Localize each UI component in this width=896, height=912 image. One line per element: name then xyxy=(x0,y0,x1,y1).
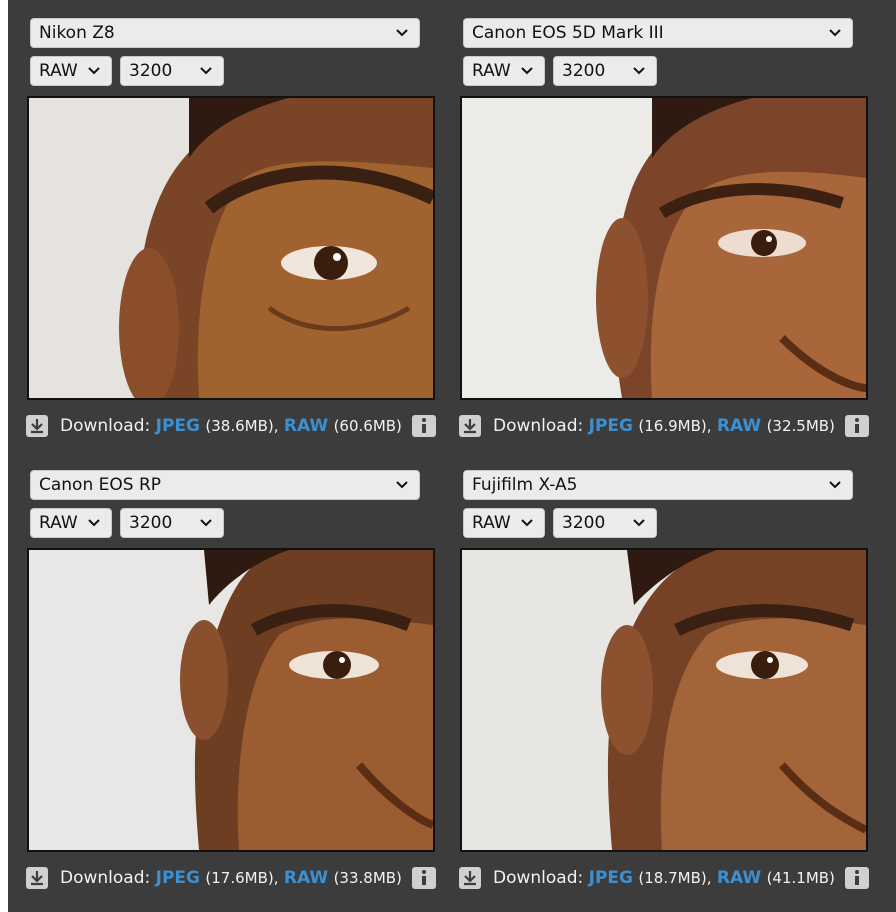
iso-select-value: 3200 xyxy=(129,61,173,81)
info-icon[interactable] xyxy=(845,415,869,437)
raw-download-link[interactable]: RAW xyxy=(717,868,761,888)
chevron-down-icon xyxy=(633,67,645,75)
chevron-down-icon xyxy=(88,67,100,75)
jpeg-download-link[interactable]: JPEG xyxy=(589,416,633,436)
sample-image xyxy=(460,96,868,400)
download-icon[interactable] xyxy=(26,415,48,437)
format-select[interactable]: RAW xyxy=(30,56,112,86)
jpeg-size: (18.7MB), xyxy=(638,869,712,887)
iso-select-value: 3200 xyxy=(562,61,606,81)
download-label: Download: xyxy=(493,416,584,436)
info-icon[interactable] xyxy=(412,867,436,889)
chevron-down-icon xyxy=(200,67,212,75)
iso-select[interactable]: 3200 xyxy=(120,508,224,538)
jpeg-size: (38.6MB), xyxy=(205,417,279,435)
format-select-value: RAW xyxy=(39,513,78,533)
camera-panel: Nikon Z8 RAW 3200 Download: JPEG (38.6MB… xyxy=(8,0,436,452)
iso-select-value: 3200 xyxy=(129,513,173,533)
info-icon[interactable] xyxy=(845,867,869,889)
iso-select[interactable]: 3200 xyxy=(553,56,657,86)
download-row: Download: JPEG (17.6MB), RAW (33.8MB) xyxy=(26,864,436,892)
format-select[interactable]: RAW xyxy=(463,56,545,86)
comparison-grid: Nikon Z8 RAW 3200 Download: JPEG (38.6MB… xyxy=(8,0,896,912)
jpeg-download-link[interactable]: JPEG xyxy=(156,868,200,888)
download-text: Download: JPEG (38.6MB), RAW (60.6MB) xyxy=(60,412,402,440)
camera-select[interactable]: Nikon Z8 xyxy=(30,18,420,48)
format-select[interactable]: RAW xyxy=(463,508,545,538)
chevron-down-icon xyxy=(88,519,100,527)
download-text: Download: JPEG (17.6MB), RAW (33.8MB) xyxy=(60,864,402,892)
camera-select[interactable]: Fujifilm X-A5 xyxy=(463,470,853,500)
raw-download-link[interactable]: RAW xyxy=(284,416,328,436)
camera-select[interactable]: Canon EOS RP xyxy=(30,470,420,500)
jpeg-download-link[interactable]: JPEG xyxy=(589,868,633,888)
camera-select-value: Canon EOS 5D Mark III xyxy=(472,23,664,43)
sample-image xyxy=(27,96,435,400)
raw-download-link[interactable]: RAW xyxy=(284,868,328,888)
chevron-down-icon xyxy=(829,481,841,489)
chevron-down-icon xyxy=(633,519,645,527)
face-crop-image xyxy=(462,98,866,398)
format-select-value: RAW xyxy=(472,513,511,533)
download-icon[interactable] xyxy=(459,415,481,437)
camera-panel: Canon EOS 5D Mark III RAW 3200 Download:… xyxy=(441,0,869,452)
chevron-down-icon xyxy=(396,29,408,37)
jpeg-download-link[interactable]: JPEG xyxy=(156,416,200,436)
sample-image xyxy=(27,548,435,852)
sample-image xyxy=(460,548,868,852)
download-row: Download: JPEG (16.9MB), RAW (32.5MB) xyxy=(459,412,869,440)
raw-size: (33.8MB) xyxy=(333,869,402,887)
download-text: Download: JPEG (16.9MB), RAW (32.5MB) xyxy=(493,412,835,440)
iso-select[interactable]: 3200 xyxy=(553,508,657,538)
face-crop-image xyxy=(462,550,866,850)
download-icon[interactable] xyxy=(459,867,481,889)
chevron-down-icon xyxy=(829,29,841,37)
raw-download-link[interactable]: RAW xyxy=(717,416,761,436)
format-select-value: RAW xyxy=(39,61,78,81)
raw-size: (60.6MB) xyxy=(333,417,402,435)
camera-select-value: Fujifilm X-A5 xyxy=(472,475,578,495)
camera-select[interactable]: Canon EOS 5D Mark III xyxy=(463,18,853,48)
jpeg-size: (17.6MB), xyxy=(205,869,279,887)
iso-select-value: 3200 xyxy=(562,513,606,533)
info-icon[interactable] xyxy=(412,415,436,437)
raw-size: (41.1MB) xyxy=(766,869,835,887)
format-select-value: RAW xyxy=(472,61,511,81)
download-label: Download: xyxy=(60,868,151,888)
chevron-down-icon xyxy=(396,481,408,489)
camera-panel: Fujifilm X-A5 RAW 3200 Download: JPEG (1… xyxy=(441,452,869,904)
download-row: Download: JPEG (18.7MB), RAW (41.1MB) xyxy=(459,864,869,892)
camera-select-value: Nikon Z8 xyxy=(39,23,115,43)
jpeg-size: (16.9MB), xyxy=(638,417,712,435)
chevron-down-icon xyxy=(521,519,533,527)
iso-select[interactable]: 3200 xyxy=(120,56,224,86)
chevron-down-icon xyxy=(521,67,533,75)
download-label: Download: xyxy=(493,868,584,888)
camera-panel: Canon EOS RP RAW 3200 Download: JPEG (17… xyxy=(8,452,436,904)
face-crop-image xyxy=(29,98,433,398)
download-text: Download: JPEG (18.7MB), RAW (41.1MB) xyxy=(493,864,835,892)
camera-select-value: Canon EOS RP xyxy=(39,475,162,495)
download-row: Download: JPEG (38.6MB), RAW (60.6MB) xyxy=(26,412,436,440)
chevron-down-icon xyxy=(200,519,212,527)
raw-size: (32.5MB) xyxy=(766,417,835,435)
download-label: Download: xyxy=(60,416,151,436)
download-icon[interactable] xyxy=(26,867,48,889)
face-crop-image xyxy=(29,550,433,850)
format-select[interactable]: RAW xyxy=(30,508,112,538)
